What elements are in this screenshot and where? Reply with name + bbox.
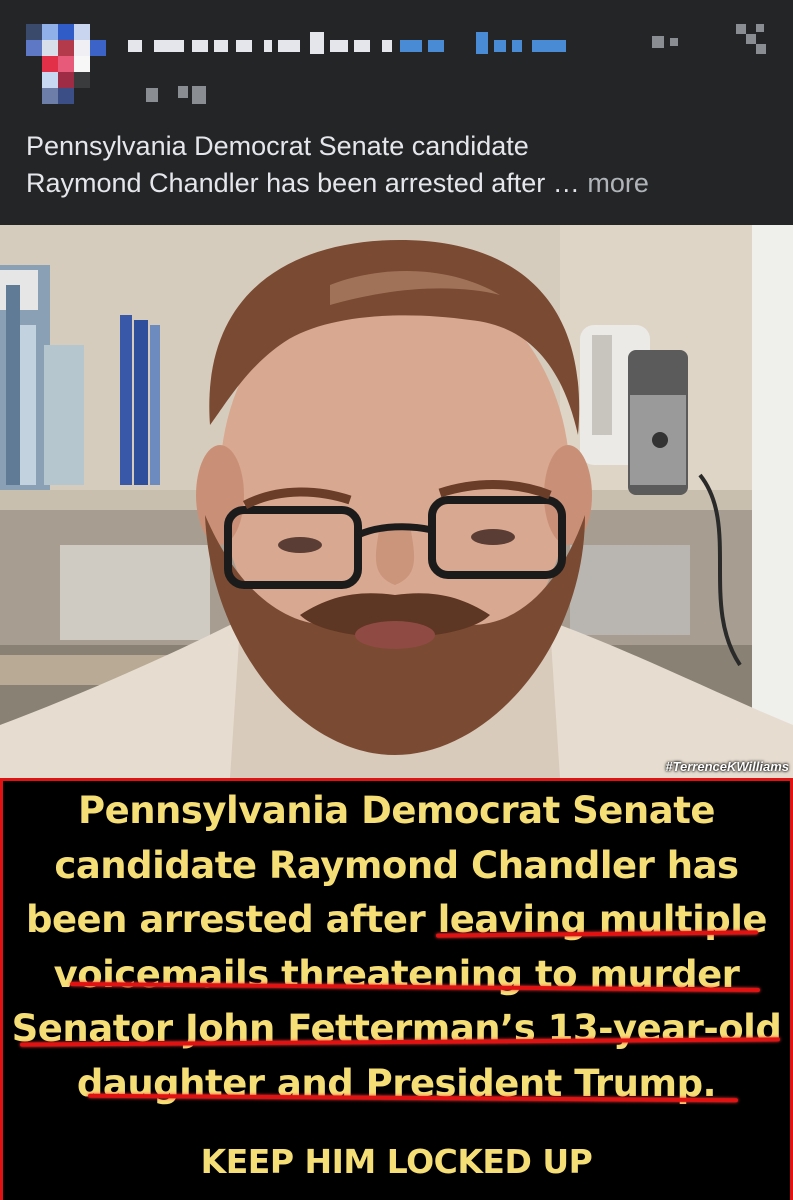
- headline-line: Senator John Fetterman’s 13-year-old: [11, 1007, 782, 1050]
- more-options-icon[interactable]: [652, 30, 692, 52]
- headline-line: voicemails threatening to murder: [53, 952, 740, 996]
- post-caption: Pennsylvania Democrat Senate candidate R…: [26, 128, 776, 202]
- call-to-action-text: KEEP HIM LOCKED UP: [200, 1142, 593, 1181]
- headline-line: Pennsylvania Democrat Senate: [77, 789, 716, 832]
- headline-text: Pennsylvania Democrat Senate candidate R…: [0, 784, 793, 1111]
- post-meta-redacted: [128, 78, 248, 108]
- headline-line: been arrested after leaving multiple: [25, 898, 768, 941]
- photo-illustration: [0, 225, 793, 778]
- author-name-redacted[interactable]: [128, 30, 588, 60]
- post-header: Pennsylvania Democrat Senate candidate R…: [0, 0, 793, 225]
- headline-line: daughter and President Trump.: [76, 1061, 717, 1105]
- watermark: #TerrenceKWilliams: [665, 759, 789, 774]
- post-photo[interactable]: #TerrenceKWilliams: [0, 225, 793, 778]
- caption-line: Raymond Chandler has been arrested after…: [26, 165, 776, 202]
- see-more-link[interactable]: more: [587, 168, 649, 198]
- caption-line-text: Raymond Chandler has been arrested after…: [26, 168, 580, 198]
- avatar[interactable]: [26, 24, 106, 104]
- caption-line: Pennsylvania Democrat Senate candidate: [26, 131, 529, 161]
- headline-line: candidate Raymond Chandler has: [54, 843, 739, 887]
- close-icon[interactable]: [730, 20, 770, 60]
